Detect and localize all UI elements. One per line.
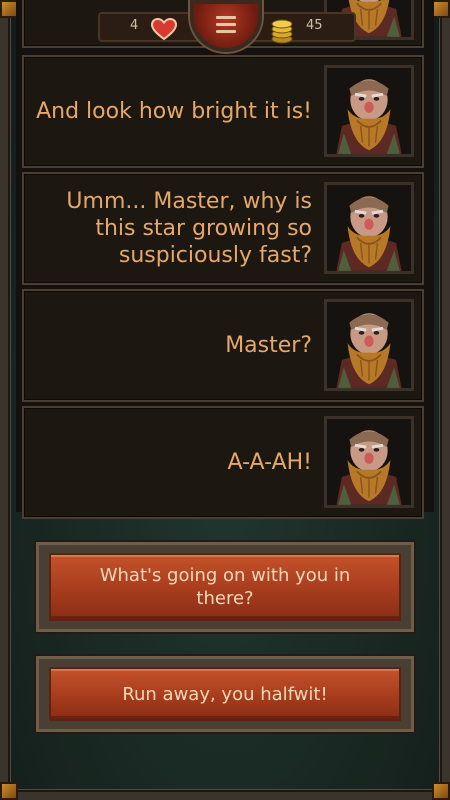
menu-button[interactable] — [190, 0, 262, 52]
heart-icon — [150, 17, 178, 41]
choice-frame: Run away, you halfwit! — [36, 656, 414, 732]
dialog-text: A-A-AH! — [227, 450, 312, 475]
gold-coins-icon — [271, 19, 293, 44]
dialog-bubble: Umm... Master, why is this star growing … — [22, 172, 424, 285]
choice-frame: What's going on with you in there? — [36, 542, 414, 632]
dwarf-portrait — [324, 65, 414, 157]
dwarf-portrait — [324, 299, 414, 391]
dialog-text: Umm... Master, why is this star growing … — [66, 189, 312, 268]
menu-icon-line — [216, 23, 236, 26]
menu-icon-line — [216, 16, 236, 19]
choice-button-run-away[interactable]: Run away, you halfwit! — [49, 667, 401, 721]
dialog-bubble: A-A-AH! — [22, 406, 424, 519]
dwarf-portrait — [324, 416, 414, 508]
dwarf-portrait — [324, 182, 414, 274]
frame-corner-ornament — [0, 782, 18, 800]
lives-count: 4 — [130, 18, 139, 33]
frame-corner-ornament — [432, 782, 450, 800]
choice-button-whats-going-on[interactable]: What's going on with you in there? — [49, 553, 401, 621]
gold-count: 45 — [306, 18, 323, 33]
top-hud: 4 45 — [98, 0, 356, 56]
menu-icon-line — [216, 30, 236, 33]
frame-corner-ornament — [432, 0, 450, 18]
dialog-bubble: Master? — [22, 289, 424, 402]
dialog-text: And look how bright it is! — [36, 99, 312, 124]
dialog-bubble: And look how bright it is! — [22, 55, 424, 168]
dialog-text: Master? — [225, 333, 312, 358]
